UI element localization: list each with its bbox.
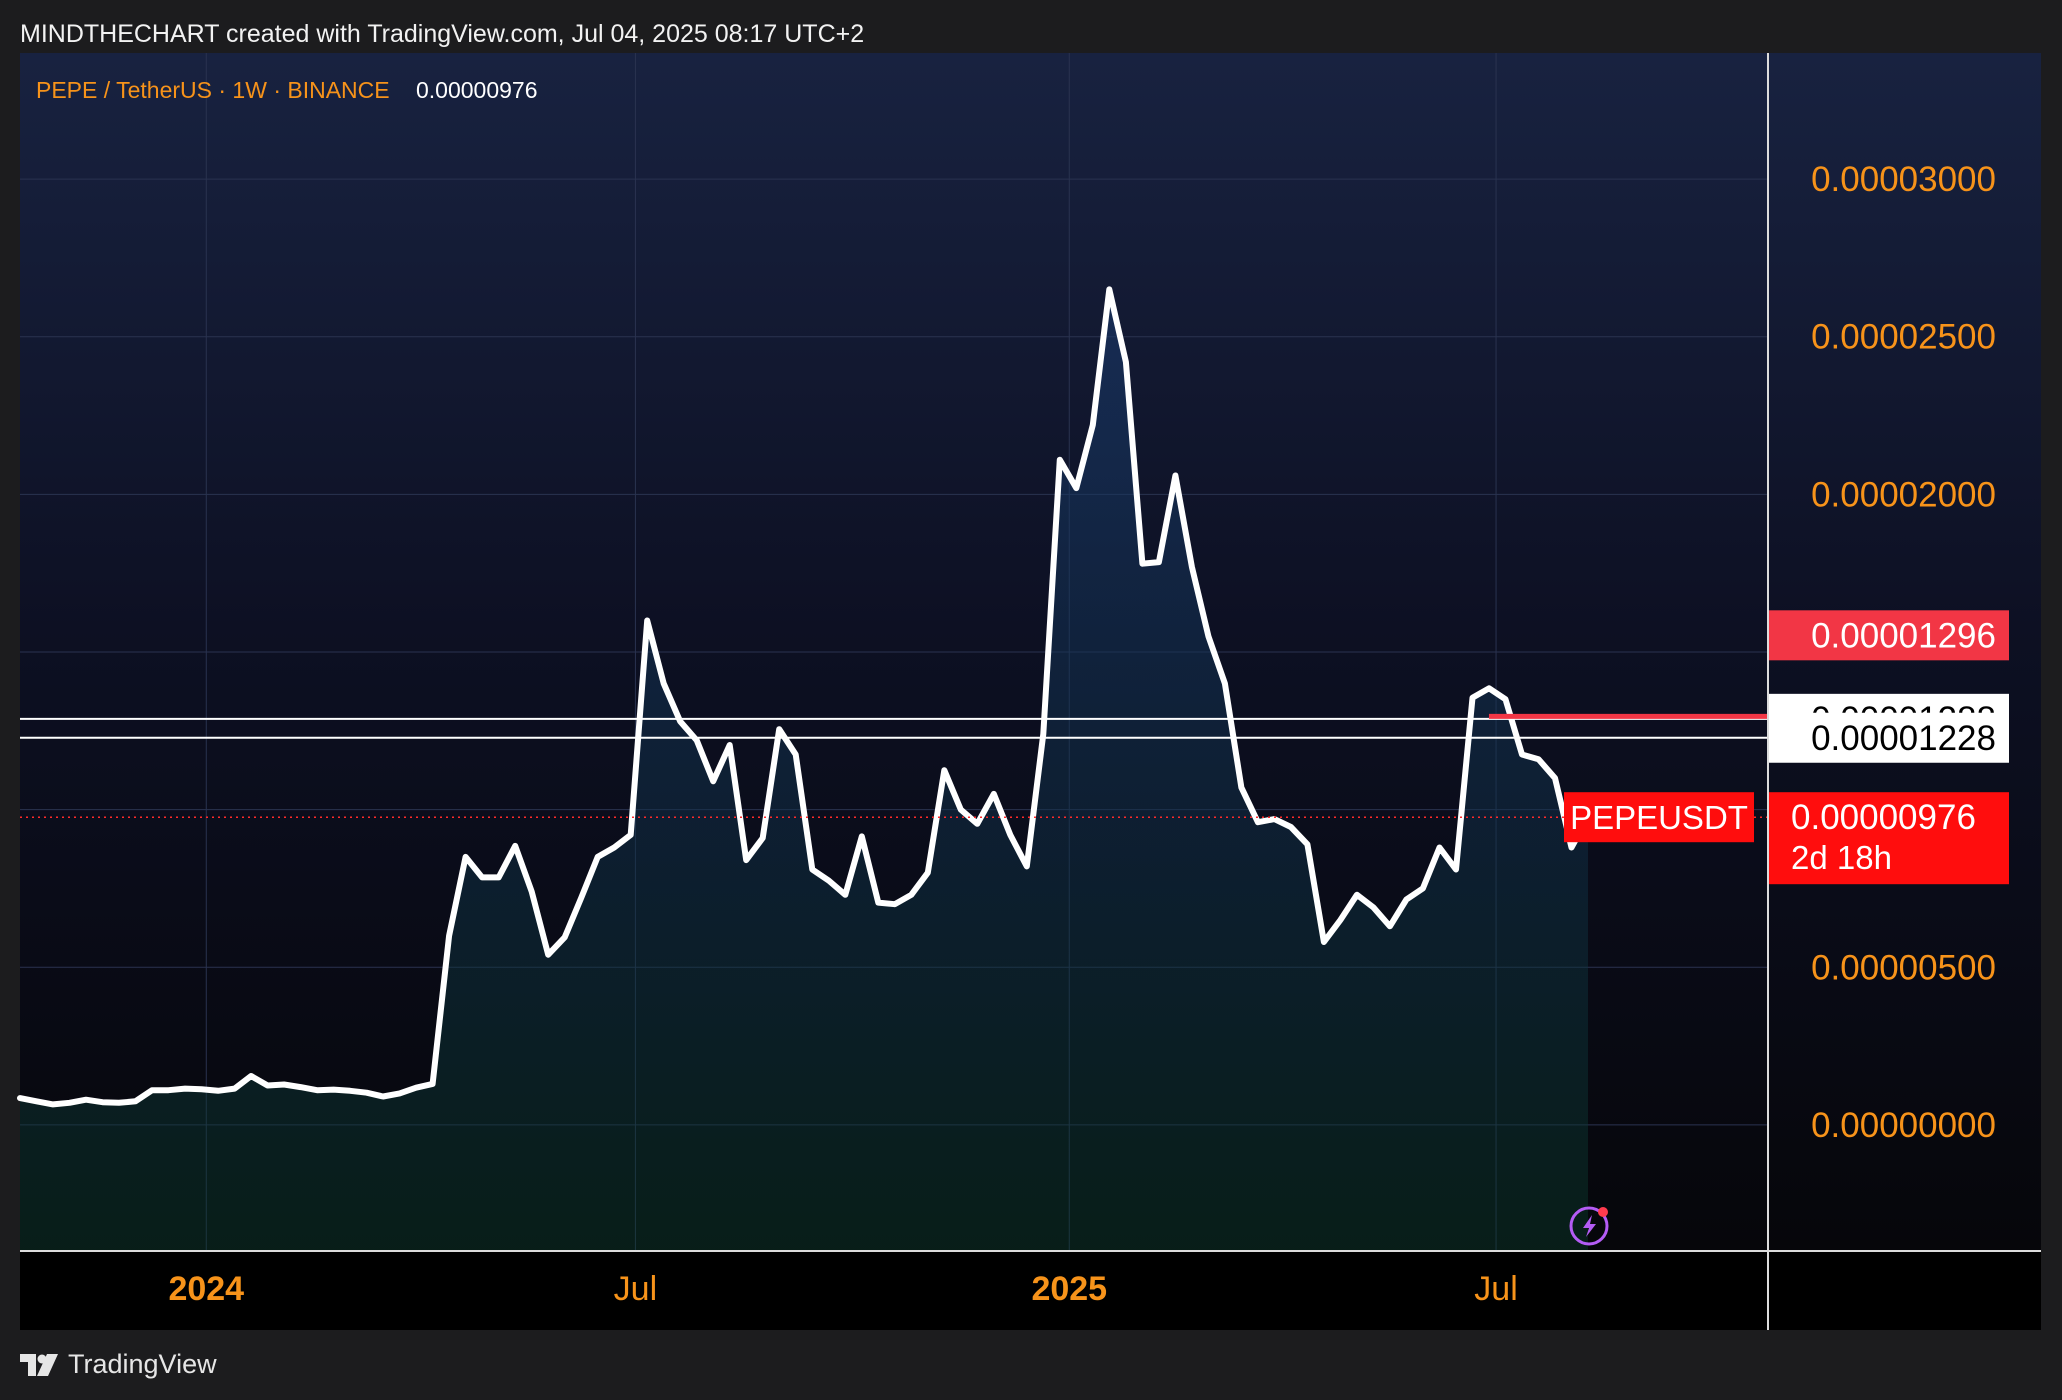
price-tick-label: 0.00000500 bbox=[1811, 948, 1996, 987]
line-b-price-tag: 0.00001228 bbox=[1811, 719, 1996, 758]
last-price-tag: 0.00000976 bbox=[1791, 798, 1976, 837]
tradingview-logo-icon bbox=[20, 1353, 58, 1376]
tradingview-footer[interactable]: TradingView bbox=[20, 1349, 217, 1380]
time-tick-label: 2024 bbox=[168, 1270, 244, 1308]
price-chart[interactable]: 0.00003000 0.00002500 0.00002000 0.00000500… bbox=[0, 0, 2062, 1400]
legend-last-value: 0.00000976 bbox=[416, 77, 538, 103]
time-tick-label: 2025 bbox=[1031, 1270, 1107, 1308]
price-tick-label: 0.00002500 bbox=[1811, 318, 1996, 357]
legend-symbol[interactable]: PEPE / TetherUS · 1W · BINANCE bbox=[36, 77, 390, 103]
tradingview-brand: TradingView bbox=[68, 1349, 217, 1379]
time-tick-label: Jul bbox=[614, 1270, 657, 1308]
price-tick-label: 0.00000000 bbox=[1811, 1106, 1996, 1145]
symbol-tag[interactable]: PEPEUSDT bbox=[1570, 799, 1748, 836]
price-tick-label: 0.00002000 bbox=[1811, 475, 1996, 514]
bar-countdown: 2d 18h bbox=[1791, 839, 1892, 876]
price-tick-label: 0.00003000 bbox=[1811, 160, 1996, 199]
high-price-tag: 0.00001296 bbox=[1811, 616, 1996, 655]
time-tick-label: Jul bbox=[1474, 1270, 1517, 1308]
